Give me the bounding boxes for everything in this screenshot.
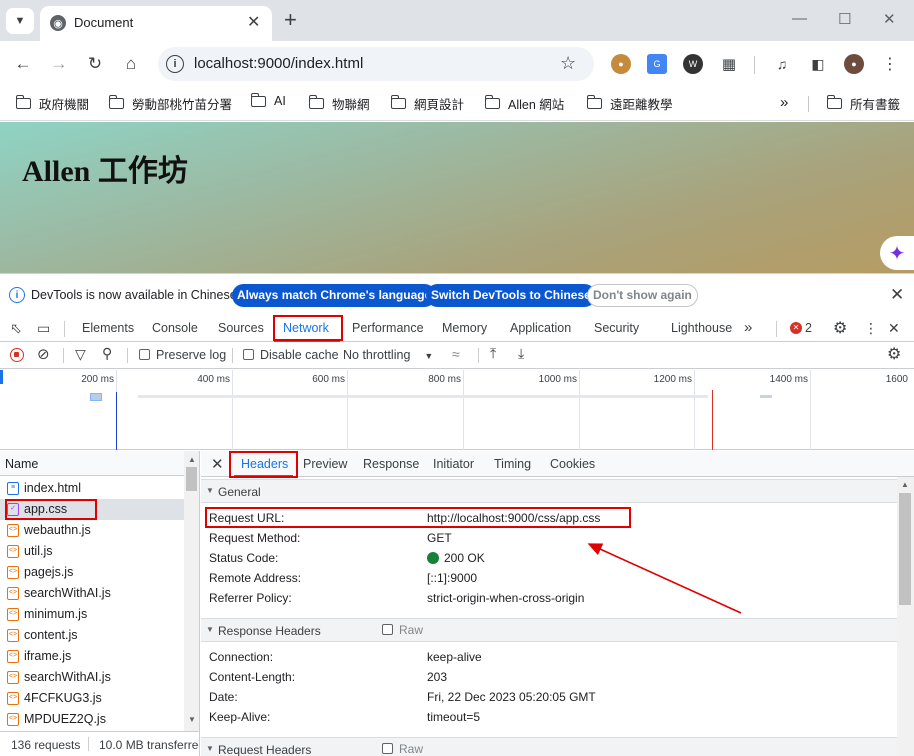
annotation-arrow <box>587 543 742 614</box>
arrow-line <box>587 543 742 614</box>
browser-window: ▼ ◉ Document ✕ + — ☐ ✕ ← → ↻ ⌂ i localho… <box>0 0 914 756</box>
